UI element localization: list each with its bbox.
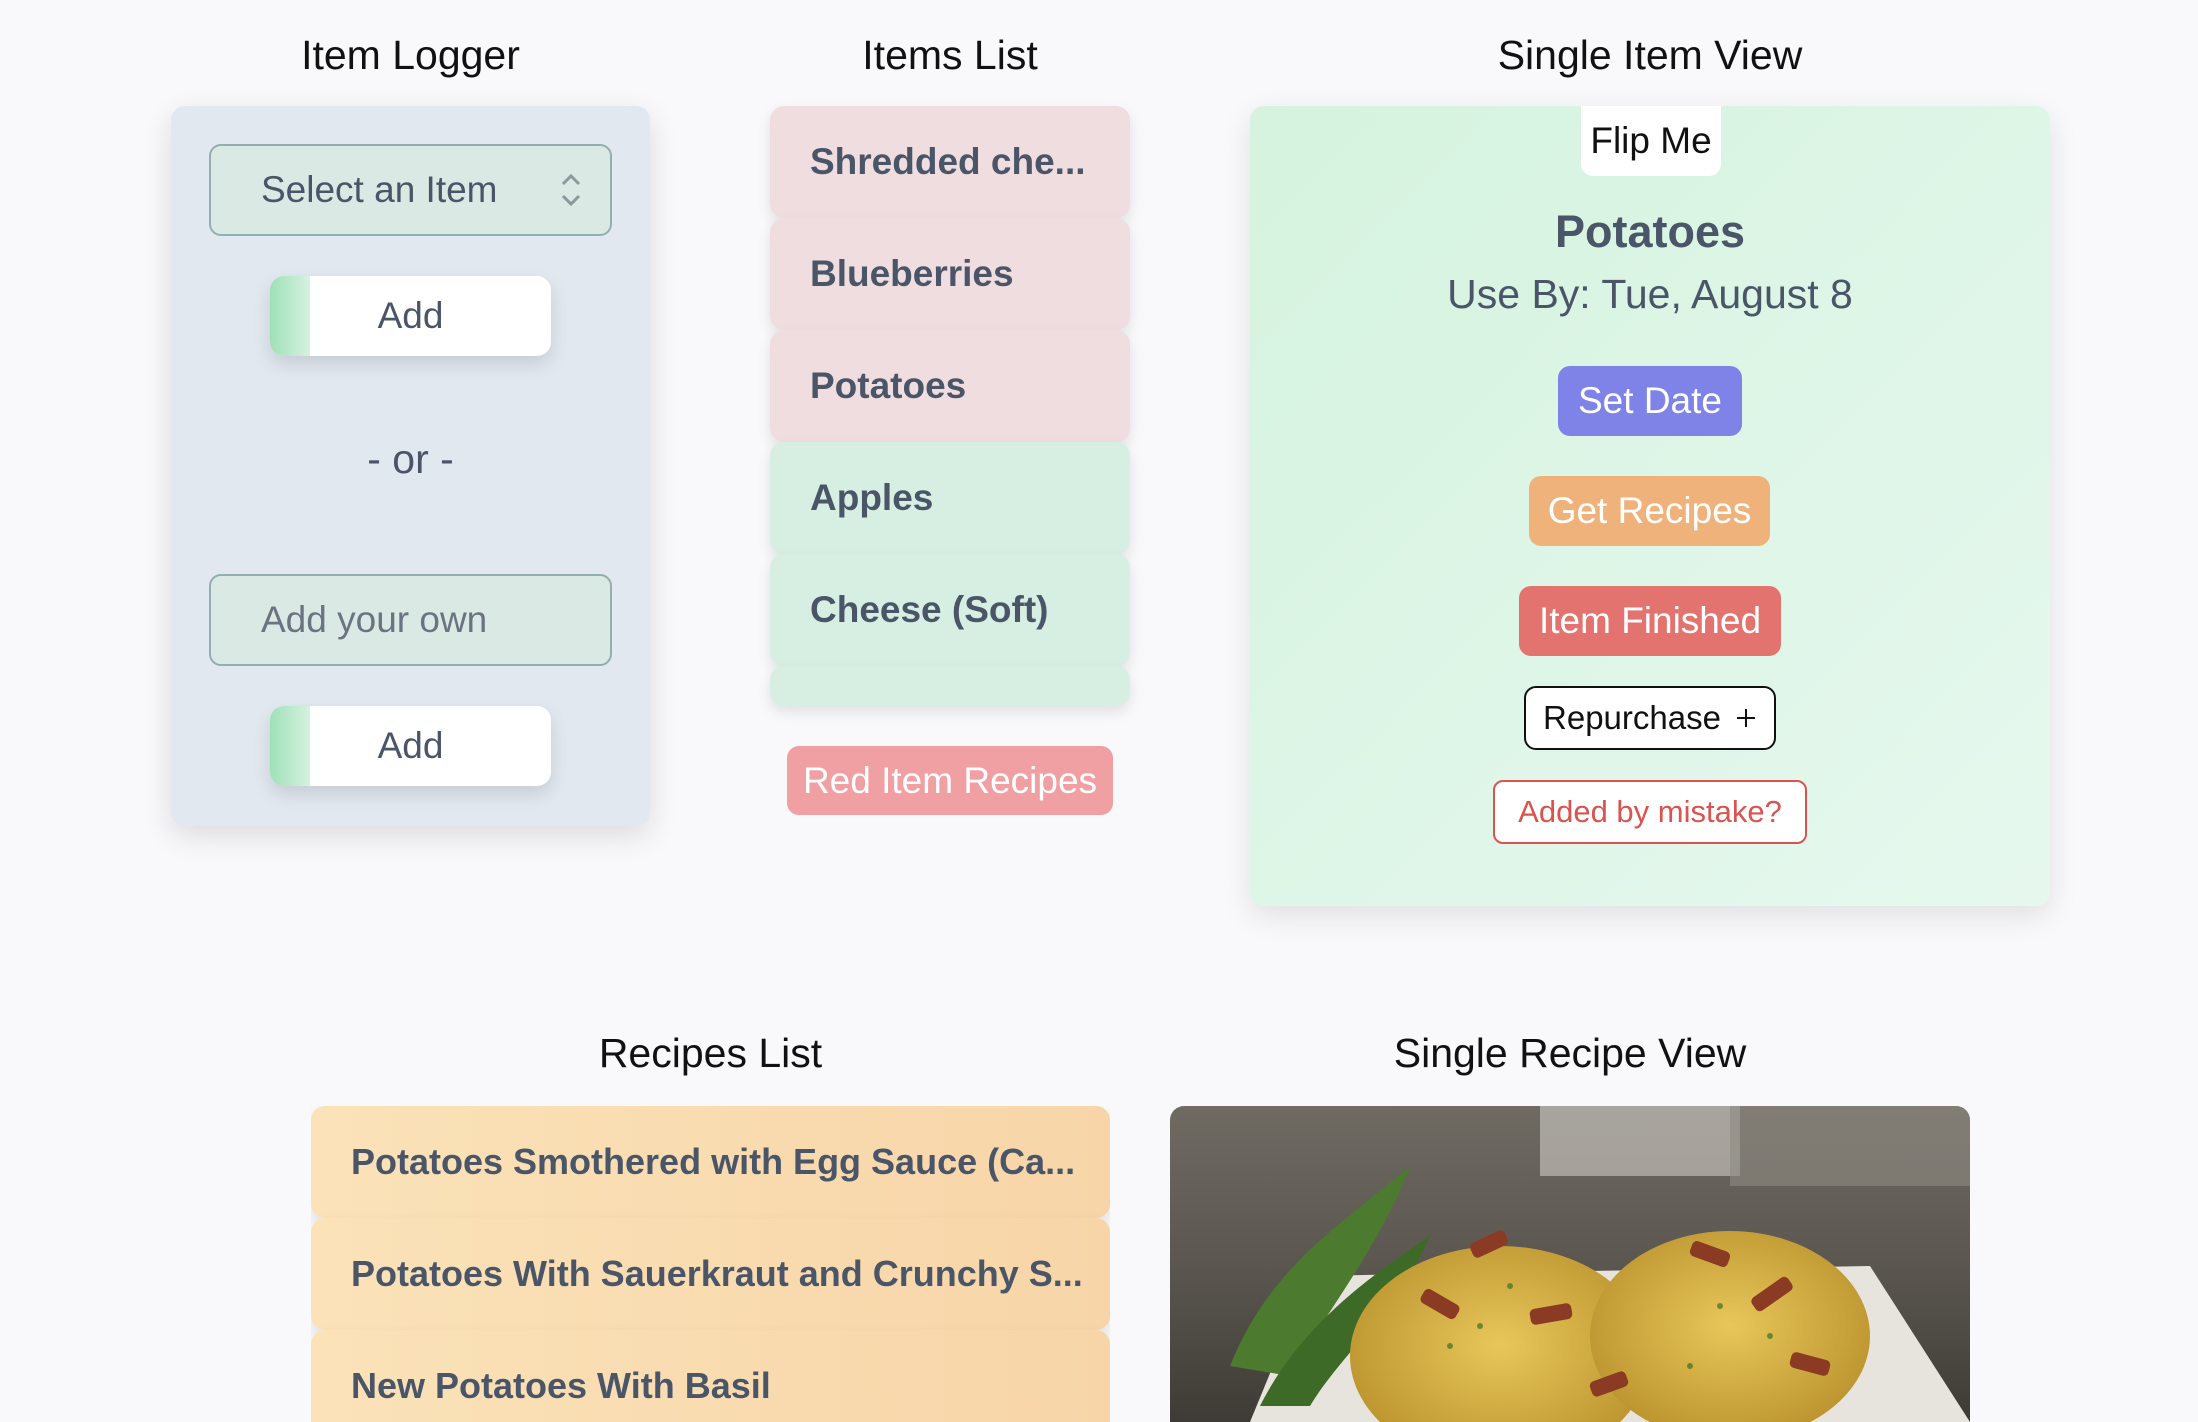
add-button-stripe — [270, 706, 310, 786]
add-selected-label: Add — [377, 295, 444, 336]
get-recipes-button[interactable]: Get Recipes — [1529, 476, 1770, 546]
list-item[interactable]: Blueberries — [770, 218, 1130, 330]
item-select-label: Select an Item — [261, 169, 498, 210]
added-by-mistake-button[interactable]: Added by mistake? — [1493, 780, 1807, 844]
recipe-image — [1170, 1106, 1970, 1422]
repurchase-button[interactable]: Repurchase — [1524, 686, 1776, 750]
add-own-placeholder: Add your own — [261, 599, 488, 640]
recipe-item-label: Potatoes With Sauerkraut and Crunchy S..… — [351, 1253, 1083, 1294]
list-item-label: Potatoes — [810, 365, 967, 406]
flip-me-button[interactable]: Flip Me — [1581, 106, 1721, 176]
single-item-view-title: Single Item View — [1497, 32, 1803, 78]
list-item[interactable]: Cheese (Soft) — [770, 554, 1130, 666]
item-logger-title: Item Logger — [301, 32, 520, 78]
recipe-item-label: New Potatoes With Basil — [351, 1365, 771, 1406]
recipes-list: Potatoes Smothered with Egg Sauce (Ca...… — [311, 1106, 1110, 1422]
add-button-stripe — [270, 276, 310, 356]
item-select[interactable]: Select an Item — [209, 144, 612, 236]
plus-icon — [1736, 709, 1755, 727]
red-item-recipes-button[interactable]: Red Item Recipes — [787, 746, 1113, 815]
or-divider: - or - — [367, 436, 454, 482]
add-own-label: Add — [377, 725, 444, 766]
recipe-item[interactable]: New Potatoes With Basil — [311, 1330, 1110, 1422]
single-item-card: Flip Me Potatoes Use By: Tue, August 8 S… — [1250, 106, 2050, 906]
recipe-item[interactable]: Potatoes With Sauerkraut and Crunchy S..… — [311, 1218, 1110, 1330]
set-date-button[interactable]: Set Date — [1558, 366, 1742, 436]
item-name: Potatoes — [1554, 206, 1746, 257]
use-by-date: Use By: Tue, August 8 — [1447, 271, 1853, 317]
recipe-item-label: Potatoes Smothered with Egg Sauce (Ca... — [351, 1141, 1076, 1182]
items-list-title: Items List — [862, 32, 1038, 78]
list-item-label: Cheese (Soft) — [810, 589, 1049, 630]
chevron-updown-icon — [561, 173, 581, 207]
list-item[interactable]: Apples — [770, 442, 1130, 554]
list-item[interactable]: Shredded che... — [770, 106, 1130, 218]
add-own-button[interactable]: Add — [270, 706, 551, 786]
list-item[interactable]: Potatoes — [770, 330, 1130, 442]
list-item-label: Blueberries — [810, 253, 1014, 294]
single-recipe-view-title: Single Recipe View — [1393, 1030, 1747, 1076]
recipe-photo — [1170, 1106, 1970, 1422]
recipe-item[interactable]: Potatoes Smothered with Egg Sauce (Ca... — [311, 1106, 1110, 1218]
list-item-partial[interactable] — [770, 666, 1130, 706]
item-finished-button[interactable]: Item Finished — [1519, 586, 1781, 656]
list-item-label: Shredded che... — [810, 141, 1086, 182]
add-selected-button[interactable]: Add — [270, 276, 551, 356]
repurchase-label: Repurchase — [1543, 699, 1721, 736]
recipes-list-title: Recipes List — [598, 1030, 823, 1076]
add-own-input[interactable]: Add your own — [209, 574, 612, 666]
items-list: Shredded che... Blueberries Potatoes App… — [770, 106, 1130, 706]
item-logger-panel: Select an Item Add - or - Add your own A… — [171, 106, 650, 826]
list-item-label: Apples — [810, 477, 934, 518]
